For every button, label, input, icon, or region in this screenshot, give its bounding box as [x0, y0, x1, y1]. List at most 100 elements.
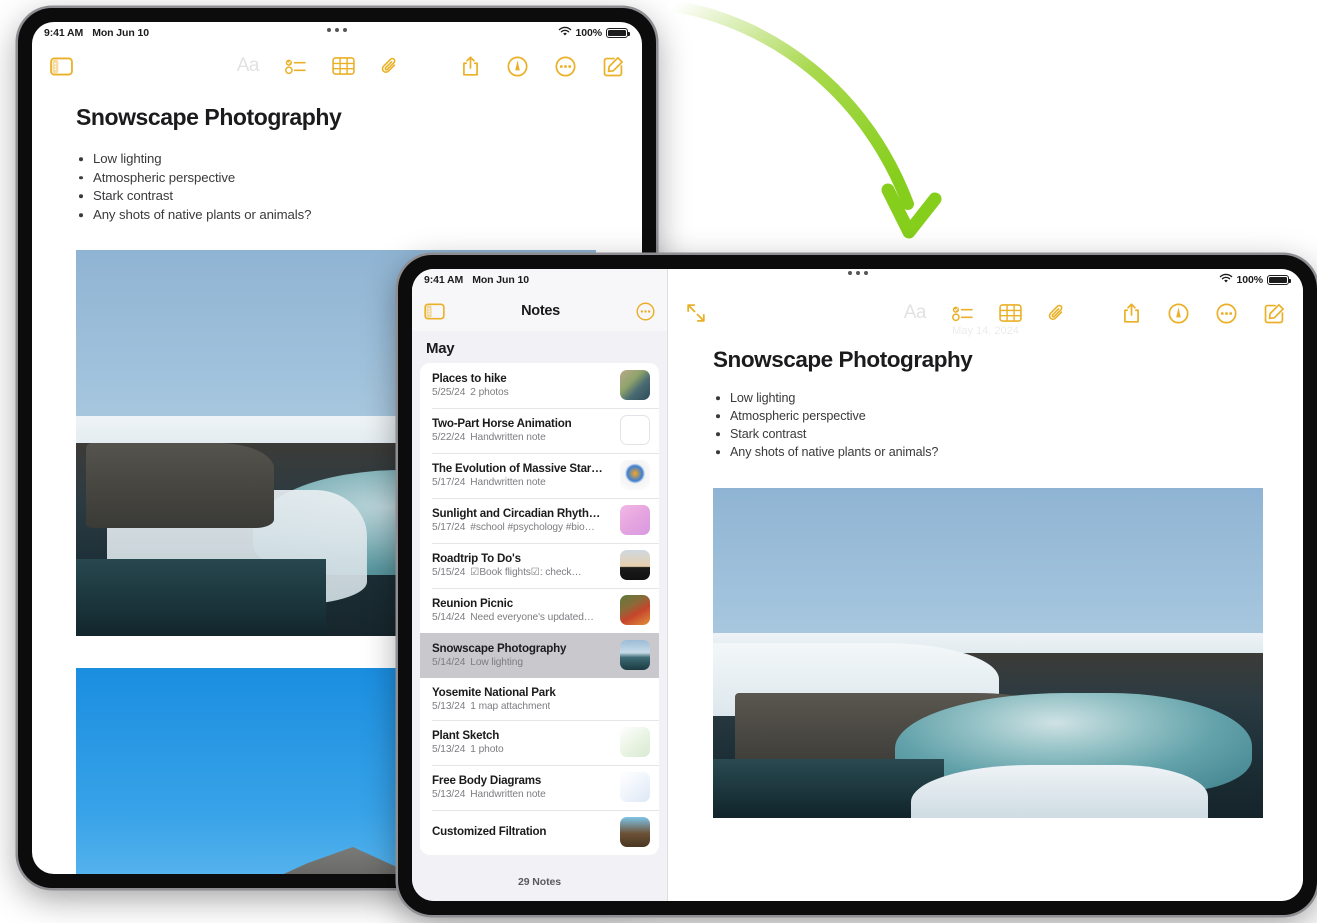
more-ellipsis-icon[interactable]	[555, 55, 576, 77]
table-icon-front[interactable]	[999, 304, 1022, 322]
note-bullet-item: Low lighting	[76, 150, 598, 169]
notes-row-text: Places to hike 5/25/24 2 photos	[432, 372, 612, 398]
notes-row-preview: ☑Book flights☑: check…	[470, 567, 582, 578]
more-ellipsis-icon-front[interactable]	[1216, 302, 1237, 324]
notes-row-text: Roadtrip To Do's 5/15/24 ☑Book flights☑: c…	[432, 552, 612, 578]
notes-list-row[interactable]: Two-Part Horse Animation 5/22/24 Handwritt…	[420, 408, 659, 453]
map-photo-thumbnail	[620, 370, 650, 400]
notes-row-subtitle: 5/14/24 Low lighting	[432, 657, 612, 668]
notes-list-row[interactable]: Free Body Diagrams 5/13/24 Handwritten not…	[420, 765, 659, 810]
notes-count-footer: 29 Notes	[518, 876, 561, 888]
status-bar-front-right: 100%	[668, 269, 1303, 291]
screenshot-canvas: 9:41 AM Mon Jun 10 100% Aa Snowscape Pho…	[0, 0, 1317, 923]
notes-row-subtitle: 5/13/24 Handwritten note	[432, 789, 612, 800]
notes-list-row[interactable]: Yosemite National Park 5/13/24 1 map attac…	[420, 678, 659, 720]
status-bar-front-left: 9:41 AM Mon Jun 10	[412, 269, 667, 291]
notes-row-subtitle: 5/22/24 Handwritten note	[432, 432, 612, 443]
format-aa-label[interactable]: Aa	[237, 55, 260, 77]
notes-row-date: 5/17/24	[432, 477, 466, 488]
sidebar-toggle-icon[interactable]	[50, 57, 73, 76]
notes-list-row[interactable]: Reunion Picnic 5/14/24 Need everyone's upd…	[420, 588, 659, 633]
notes-row-text: Customized Filtration	[432, 825, 612, 840]
compose-icon-front[interactable]	[1264, 303, 1285, 324]
note-bullet-item: Stark contrast	[713, 425, 1263, 443]
note-bullet-item: Any shots of native plants or animals?	[76, 206, 598, 225]
notes-list-row[interactable]: Places to hike 5/25/24 2 photos	[420, 363, 659, 408]
sidebar-toggle-icon-front[interactable]	[424, 302, 445, 320]
notes-row-preview: 2 photos	[470, 387, 509, 398]
toolbar-front: Aa May 14, 2024	[668, 291, 1303, 337]
notes-row-text: Free Body Diagrams 5/13/24 Handwritten not…	[432, 774, 612, 800]
notes-list-row[interactable]: Roadtrip To Do's 5/15/24 ☑Book flights☑: c…	[420, 543, 659, 588]
notes-row-date: 5/25/24	[432, 387, 466, 398]
status-time-front: 9:41 AM	[424, 274, 464, 286]
notes-row-title: Snowscape Photography	[432, 642, 567, 655]
notes-rows-container[interactable]: Places to hike 5/25/24 2 photos Two-Part Ho…	[412, 363, 667, 867]
notes-row-text: Two-Part Horse Animation 5/22/24 Handwritt…	[432, 417, 612, 443]
notes-row-preview: #school #psychology #bio…	[470, 522, 595, 533]
notes-row-text: The Evolution of Massive Star… 5/17/24 Han…	[432, 462, 612, 488]
front-camera-dots-front	[847, 271, 868, 275]
note-title-back: Snowscape Photography	[76, 104, 342, 130]
note-bullet-list-back: Low lighting Atmospheric perspective Stark…	[76, 150, 598, 224]
notes-list-row[interactable]: Sunlight and Circadian Rhyth… 5/17/24 #sch…	[420, 498, 659, 543]
picnic-photo-thumbnail	[620, 595, 650, 625]
wifi-icon-front	[1219, 273, 1233, 287]
note-bullet-item: Low lighting	[713, 389, 1263, 407]
green-curved-arrow	[668, 0, 942, 239]
notes-row-preview: Need everyone's updated…	[470, 612, 594, 623]
note-bullet-item: Atmospheric perspective	[76, 169, 598, 188]
checklist-icon[interactable]	[285, 58, 306, 75]
paperclip-icon-front[interactable]	[1048, 303, 1066, 323]
foreground-ipad-device: 9:41 AM Mon Jun 10 Notes May Places to h…	[398, 255, 1317, 915]
share-icon[interactable]	[461, 55, 480, 77]
notes-row-text: Reunion Picnic 5/14/24 Need everyone's upd…	[432, 597, 612, 623]
battery-icon	[606, 27, 631, 39]
notes-pane-title: Notes	[521, 303, 560, 319]
snowscape-waterfall-photo-front	[713, 488, 1263, 818]
notes-row-preview: Handwritten note	[470, 432, 546, 443]
plant-sketch-thumbnail	[620, 727, 650, 757]
notes-row-text: Sunlight and Circadian Rhyth… 5/17/24 #sch…	[432, 507, 612, 533]
expand-diagonal-icon[interactable]	[686, 303, 706, 323]
note-detail-pane: 100% Aa May 14, 2024 Snowscape Photograp…	[668, 269, 1303, 901]
wifi-icon	[558, 26, 572, 40]
note-title-front: Snowscape Photography	[713, 347, 973, 372]
notes-row-preview: 1 photo	[470, 744, 504, 755]
notes-list-row[interactable]: The Evolution of Massive Star… 5/17/24 Han…	[420, 453, 659, 498]
more-ellipsis-circle-icon[interactable]	[636, 301, 655, 321]
notes-list-row[interactable]: Plant Sketch 5/13/24 1 photo	[420, 720, 659, 765]
notes-row-title: Free Body Diagrams	[432, 774, 542, 787]
notes-row-title: The Evolution of Massive Star…	[432, 462, 603, 475]
notes-list-row[interactable]: Customized Filtration	[420, 810, 659, 855]
checklist-icon-front[interactable]	[952, 305, 973, 322]
note-bullet-item: Any shots of native plants or animals?	[713, 443, 1263, 461]
notes-row-title: Yosemite National Park	[432, 685, 556, 699]
front-camera-dots	[327, 28, 347, 32]
compose-icon[interactable]	[603, 56, 624, 77]
paperclip-icon[interactable]	[381, 56, 399, 76]
notes-row-date: 5/17/24	[432, 522, 466, 533]
notes-row-text: Plant Sketch 5/13/24 1 photo	[432, 729, 612, 755]
note-bullet-list-front: Low lighting Atmospheric perspective Stark…	[713, 389, 1263, 461]
status-date: Mon Jun 10	[92, 27, 149, 39]
notes-row-subtitle: 5/13/24 1 map attachment	[432, 701, 650, 712]
notes-row-date: 5/14/24	[432, 612, 466, 623]
notes-row-date: 5/14/24	[432, 657, 466, 668]
battery-percent: 100%	[575, 27, 603, 39]
table-icon[interactable]	[332, 57, 355, 75]
notes-row-date: 5/22/24	[432, 432, 466, 443]
markup-pen-icon[interactable]	[507, 55, 528, 77]
notes-row-subtitle: 5/14/24 Need everyone's updated…	[432, 612, 612, 623]
markup-pen-icon-front[interactable]	[1168, 302, 1189, 324]
note-bullet-item: Stark contrast	[76, 187, 598, 206]
diagram-thumbnail	[620, 772, 650, 802]
battery-percent-front: 100%	[1236, 274, 1264, 286]
notes-row-date: 5/13/24	[432, 700, 466, 712]
share-icon-front[interactable]	[1122, 302, 1141, 324]
notes-list-row[interactable]: Snowscape Photography 5/14/24 Low lighting	[420, 633, 659, 678]
format-aa-label-front[interactable]: Aa	[904, 302, 927, 324]
notes-row-title: Roadtrip To Do's	[432, 552, 521, 565]
notes-row-text: Snowscape Photography 5/14/24 Low lighting	[432, 642, 612, 668]
empty-thumbnail	[620, 415, 650, 445]
